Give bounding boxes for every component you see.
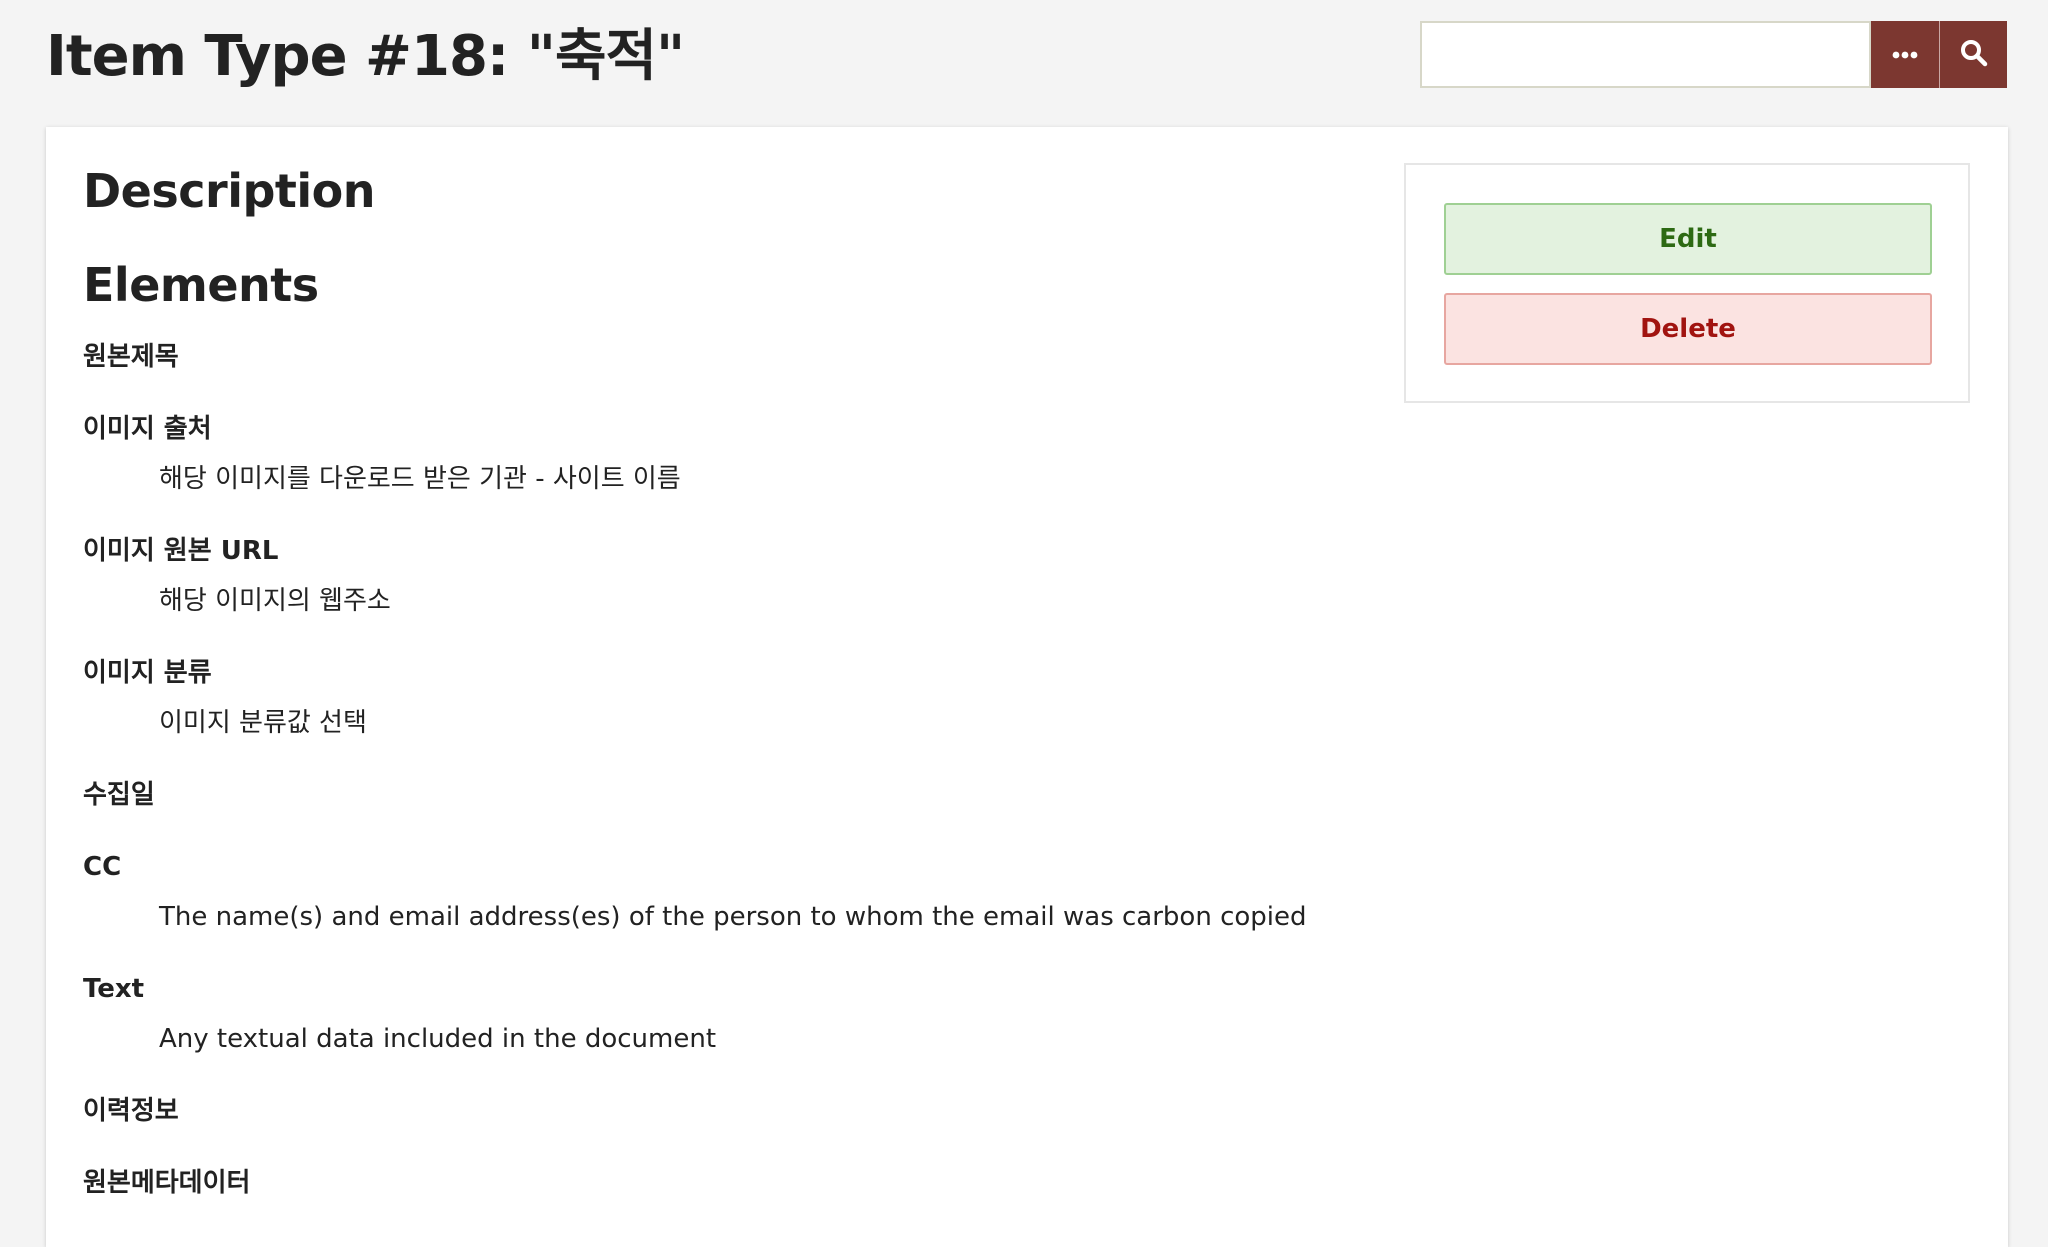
actions-panel: Edit Delete [1404,163,1970,403]
ellipsis-icon [1892,47,1918,62]
description-heading: Description [83,164,376,218]
main-content: Description Elements 원본제목 이미지 출처 해당 이미지를… [83,161,1383,1237]
element-item: CC The name(s) and email address(es) of … [83,849,1383,935]
edit-button[interactable]: Edit [1444,203,1932,275]
element-description: Any textual data included in the documen… [159,1024,717,1054]
search-icon [1960,39,1988,70]
delete-button[interactable]: Delete [1444,293,1932,365]
element-name: 수집일 [83,780,155,810]
elements-heading: Elements [83,258,319,312]
search-form [1420,21,2008,88]
element-list: 원본제목 이미지 출처 해당 이미지를 다운로드 받은 기관 - 사이트 이름 … [83,339,1383,1201]
element-name: 이미지 원본 URL [83,536,279,566]
element-item: 이력정보 [83,1093,1383,1129]
element-item: 원본메타데이터 [83,1165,1383,1201]
element-item: Text Any textual data included in the do… [83,971,1383,1057]
element-item: 이미지 출처 해당 이미지를 다운로드 받은 기관 - 사이트 이름 [83,411,1383,497]
element-name: CC [83,852,122,882]
element-name: 이미지 출처 [83,414,212,444]
search-input[interactable] [1420,21,1871,88]
element-item: 이미지 원본 URL 해당 이미지의 웹주소 [83,533,1383,619]
element-description: The name(s) and email address(es) of the… [159,902,1307,932]
element-name: 이미지 분류 [83,658,212,688]
element-item: 수집일 [83,777,1383,813]
element-description: 이미지 분류값 선택 [159,708,367,738]
element-item: 원본제목 [83,339,1383,375]
content-card: Description Elements 원본제목 이미지 출처 해당 이미지를… [46,127,2008,1247]
element-name: Text [83,974,145,1004]
element-name: 원본메타데이터 [83,1168,251,1198]
advanced-search-button[interactable] [1871,21,1939,88]
element-item: 이미지 분류 이미지 분류값 선택 [83,655,1383,741]
element-name: 이력정보 [83,1096,179,1126]
element-description: 해당 이미지의 웹주소 [159,586,391,616]
element-name: 원본제목 [83,342,179,372]
search-submit-button[interactable] [1939,21,2007,88]
page-title: Item Type #18: "축적" [46,24,685,89]
element-description: 해당 이미지를 다운로드 받은 기관 - 사이트 이름 [159,464,681,494]
